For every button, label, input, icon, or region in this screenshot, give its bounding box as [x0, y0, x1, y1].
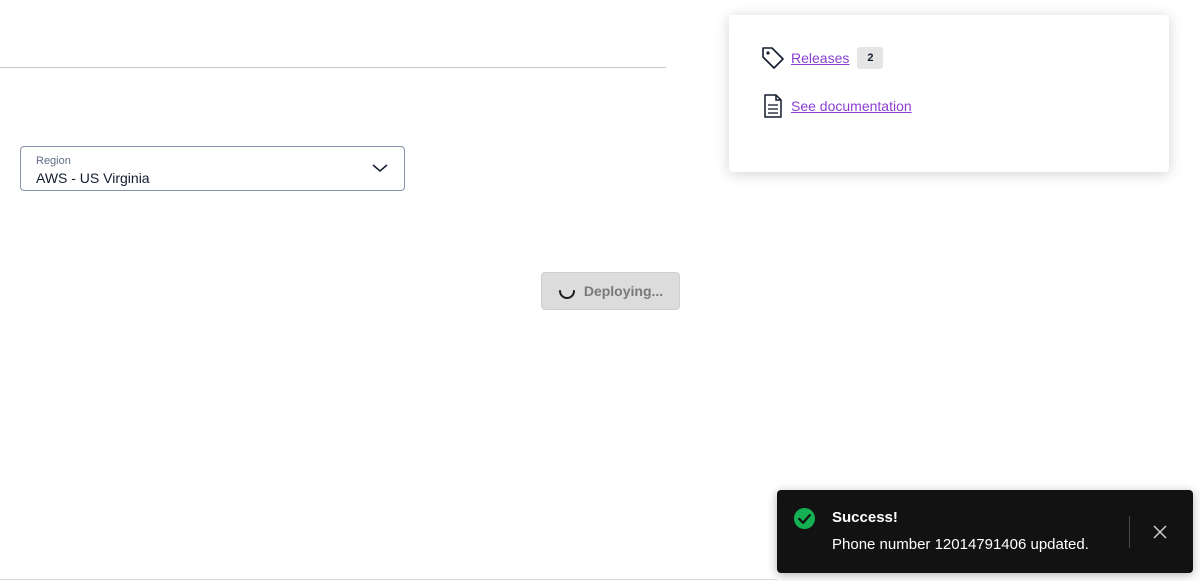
toast-message: Phone number 12014791406 updated.	[832, 536, 1089, 553]
releases-row: Releases 2	[760, 45, 884, 71]
region-select[interactable]: Region AWS - US Virginia	[20, 146, 405, 191]
region-label: Region	[36, 155, 71, 167]
chevron-down-icon	[372, 164, 388, 172]
spinner-icon	[558, 290, 575, 299]
releases-count-badge: 2	[857, 47, 884, 69]
bottom-divider	[0, 579, 777, 580]
releases-link[interactable]: Releases	[791, 50, 849, 66]
deploy-label: Deploying...	[583, 283, 664, 299]
check-circle-icon	[793, 507, 816, 530]
page: Region AWS - US Virginia Deploying... Re…	[0, 0, 1200, 581]
document-icon	[764, 94, 782, 118]
close-icon	[1153, 525, 1167, 539]
toast-title: Success!	[832, 509, 898, 526]
docs-row: See documentation	[760, 93, 912, 119]
success-toast: Success! Phone number 12014791406 update…	[777, 490, 1193, 573]
toast-divider	[1129, 516, 1130, 548]
top-divider	[0, 67, 666, 68]
resource-card: Releases 2 See documentation	[729, 15, 1169, 172]
region-value: AWS - US Virginia	[36, 170, 150, 186]
deploy-button[interactable]: Deploying...	[541, 272, 680, 310]
tag-icon	[762, 47, 784, 69]
documentation-link[interactable]: See documentation	[791, 98, 912, 114]
toast-close-button[interactable]	[1149, 521, 1171, 543]
